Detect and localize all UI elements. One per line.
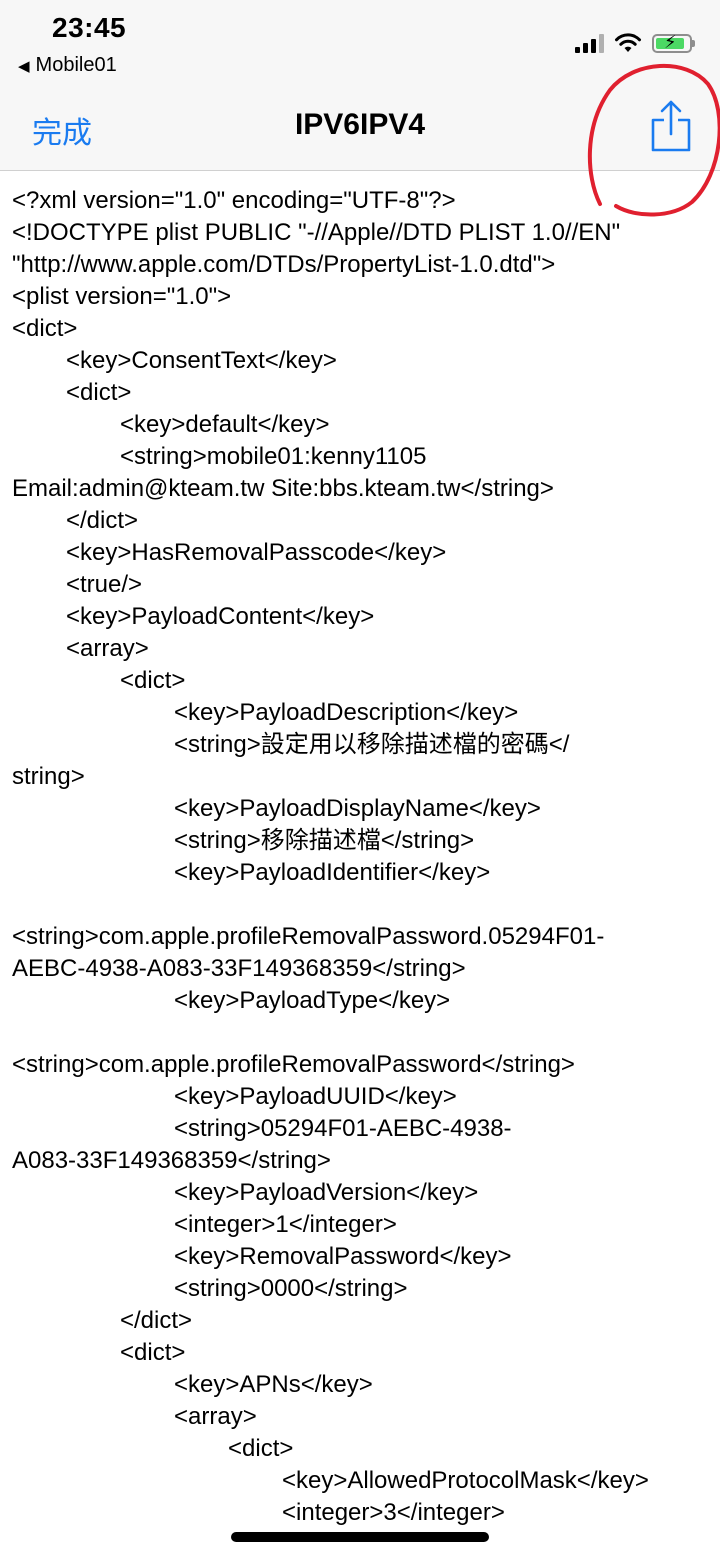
document-line: </dict>: [120, 1307, 193, 1334]
page-title: IPV6IPV4: [294, 108, 426, 141]
document-line: <string>0000</string>: [174, 1275, 408, 1302]
navigation-bar: 完成 IPV6IPV4: [0, 88, 720, 171]
document-line: <string>移除描述檔</string>: [174, 827, 475, 854]
document-line: <key>PayloadUUID</key>: [174, 1083, 457, 1110]
document-content: <?xml version="1.0" encoding="UTF-8"?> <!…: [0, 171, 720, 1559]
document-line: <integer>1</integer>: [174, 1211, 397, 1238]
document-line: <string>mobile01:kenny1105: [120, 443, 427, 470]
document-line: <key>AllowedProtocolMask</key>: [282, 1467, 649, 1494]
document-line: "http://www.apple.com/DTDs/PropertyList-…: [12, 251, 556, 278]
document-line: <dict>: [66, 379, 132, 406]
document-line: <key>PayloadVersion</key>: [174, 1179, 479, 1206]
document-line: <key>PayloadContent</key>: [66, 603, 375, 630]
document-line: AEBC-4938-A083-33F149368359</string>: [12, 955, 466, 982]
document-line: <dict>: [228, 1435, 294, 1462]
back-triangle-icon: ◀: [18, 57, 30, 75]
document-line: <true/>: [66, 571, 143, 598]
document-line: <key>PayloadDisplayName</key>: [174, 795, 541, 822]
document-line: <key>default</key>: [120, 411, 330, 438]
document-line: A083-33F149368359</string>: [12, 1147, 331, 1174]
document-line: <!DOCTYPE plist PUBLIC "-//Apple//DTD PL…: [12, 219, 621, 246]
document-line: <?xml version="1.0" encoding="UTF-8"?>: [12, 187, 456, 214]
document-line: <string>05294F01-AEBC-4938-: [174, 1115, 512, 1142]
cellular-signal-icon: [575, 33, 604, 53]
document-line: Email:admin@kteam.tw Site:bbs.kteam.tw</…: [12, 475, 554, 502]
document-line: <dict>: [120, 667, 186, 694]
document-line: <string>設定用以移除描述檔的密碼</: [174, 731, 570, 758]
document-line: <dict>: [12, 315, 78, 342]
home-indicator[interactable]: [231, 1532, 489, 1542]
document-line: string>: [12, 763, 85, 790]
document-line: <array>: [66, 635, 149, 662]
document-line: <key>PayloadType</key>: [174, 987, 451, 1014]
document-line: <key>PayloadDescription</key>: [174, 699, 519, 726]
document-line: <key>HasRemovalPasscode</key>: [66, 539, 447, 566]
document-line: <plist version="1.0">: [12, 283, 232, 310]
document-line: <key>PayloadIdentifier</key>: [174, 859, 491, 886]
back-to-app-button[interactable]: ◀ Mobile01: [18, 54, 117, 77]
back-app-label: Mobile01: [35, 54, 117, 76]
share-icon[interactable]: [648, 98, 694, 154]
document-line: <array>: [174, 1403, 257, 1430]
battery-charging-icon: ⚡: [652, 32, 695, 53]
document-line: <integer>3</integer>: [282, 1499, 505, 1526]
document-line: <string>com.apple.profileRemovalPassword…: [12, 1051, 575, 1078]
document-line: <key>RemovalPassword</key>: [174, 1243, 512, 1270]
document-line: </dict>: [66, 507, 139, 534]
document-line: <string>com.apple.profileRemovalPassword…: [12, 923, 605, 950]
status-bar: 23:45 ◀ Mobile01 ⚡: [0, 0, 720, 88]
document-line: <key>APNs</key>: [174, 1371, 373, 1398]
status-time: 23:45: [52, 12, 127, 43]
wifi-icon: [615, 33, 641, 52]
status-icons: ⚡: [575, 32, 695, 54]
document-line: <key>ConsentText</key>: [66, 347, 337, 374]
document-line: <dict>: [120, 1339, 186, 1366]
